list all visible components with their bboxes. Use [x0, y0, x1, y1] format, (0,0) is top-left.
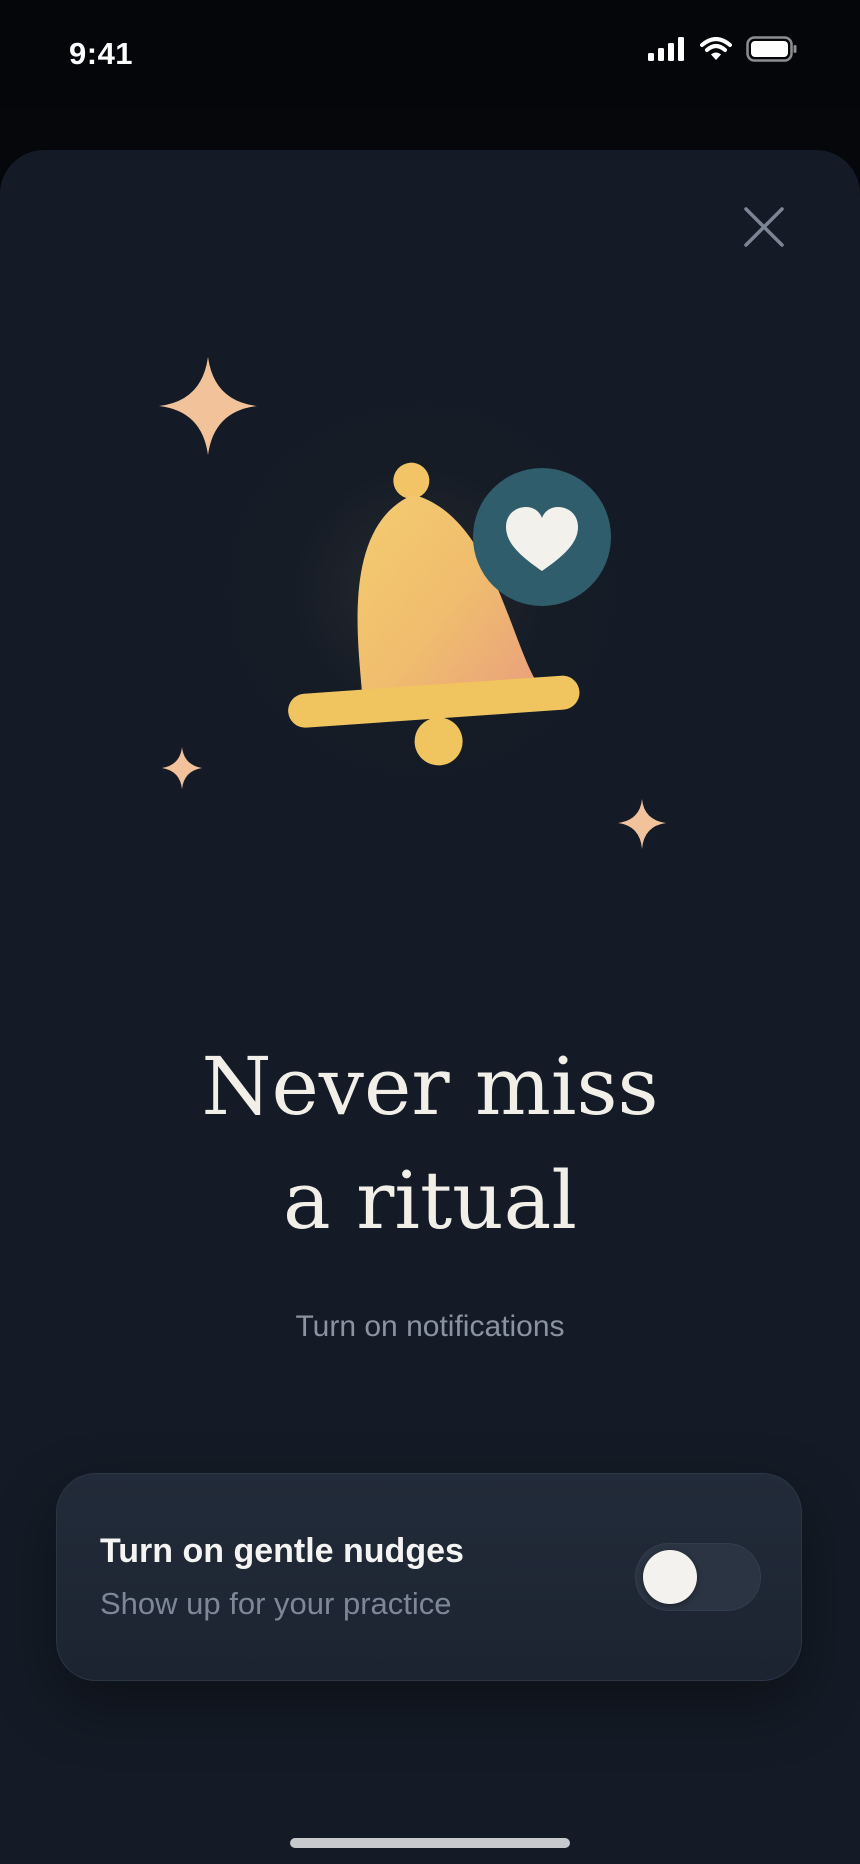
headline: Never miss a ritual: [0, 1030, 860, 1258]
subtitle: Turn on notifications: [295, 1310, 565, 1343]
nudges-toggle[interactable]: [635, 1543, 761, 1611]
headline-line-2: a ritual: [283, 1154, 577, 1247]
card-subtitle: Show up for your practice: [100, 1586, 452, 1621]
heart-badge: [473, 468, 611, 606]
card-title: Turn on gentle nudges: [100, 1532, 464, 1570]
headline-line-1: Never miss: [201, 1040, 659, 1133]
close-button[interactable]: [737, 200, 791, 254]
close-icon: [744, 207, 784, 247]
sparkle-icon: [159, 357, 257, 455]
toggle-knob: [643, 1550, 697, 1604]
sparkle-icon: [162, 747, 202, 789]
sparkle-icon: [618, 799, 666, 849]
notification-illustration: [159, 357, 666, 849]
home-indicator[interactable]: [290, 1838, 570, 1848]
gentle-nudges-card: Turn on gentle nudges Show up for your p…: [56, 1473, 802, 1681]
